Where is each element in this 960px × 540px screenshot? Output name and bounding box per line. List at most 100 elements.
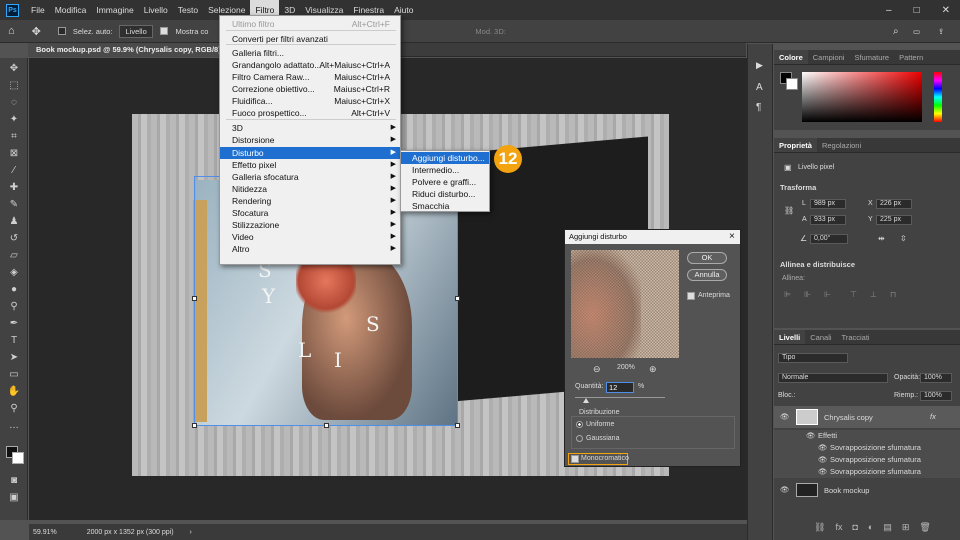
zoom-level[interactable]: 59.91% bbox=[33, 529, 57, 536]
group-icon[interactable]: ▤ bbox=[883, 522, 892, 533]
zoom-out-icon[interactable]: ⊖ bbox=[593, 364, 601, 375]
trash-icon[interactable]: 🗑 bbox=[919, 522, 930, 533]
transform-handle[interactable] bbox=[455, 423, 460, 428]
layer-row-effect[interactable]: 👁 Sovrapposizione sfumatura bbox=[774, 454, 960, 466]
layer-row-chrysalis[interactable]: 👁 Chrysalis copy fx bbox=[774, 406, 960, 428]
screen-mode-icon[interactable]: ▣ bbox=[7, 491, 21, 505]
more-tools-icon[interactable]: … bbox=[7, 419, 21, 433]
layer-row-effect[interactable]: 👁 Sovrapposizione sfumatura bbox=[774, 442, 960, 454]
tab-colore[interactable]: Colore bbox=[774, 50, 808, 64]
hand-icon[interactable]: ✋ bbox=[7, 385, 21, 399]
eyedropper-icon[interactable]: ⁄ bbox=[7, 164, 21, 178]
magic-wand-icon[interactable]: ✦ bbox=[7, 113, 21, 127]
amount-input[interactable]: 12 bbox=[606, 382, 634, 393]
adjustment-icon[interactable]: ◐ bbox=[868, 522, 873, 533]
cancel-button[interactable]: Annulla bbox=[687, 269, 727, 281]
filter-menu-item[interactable]: Video ▶ bbox=[220, 231, 400, 243]
history-icon[interactable]: ▶ bbox=[756, 60, 763, 71]
zoom-icon[interactable]: ⚲ bbox=[7, 402, 21, 416]
home-icon[interactable]: ⌂ bbox=[8, 25, 15, 37]
fill-field[interactable]: 100% bbox=[920, 391, 952, 401]
align-bottom-icon[interactable]: ⊓ bbox=[890, 290, 896, 299]
ok-button[interactable]: OK bbox=[687, 252, 727, 264]
filter-menu-item[interactable]: Disturbo ▶ bbox=[220, 147, 400, 159]
filter-menu-item[interactable]: Effetto pixel ▶ bbox=[220, 159, 400, 171]
tab-livelli[interactable]: Livelli bbox=[774, 330, 806, 344]
transform-handle[interactable] bbox=[192, 423, 197, 428]
character-icon[interactable]: A bbox=[756, 82, 763, 93]
hue-slider[interactable] bbox=[934, 72, 942, 122]
noise-preview[interactable] bbox=[571, 250, 679, 358]
dodge-icon[interactable]: ⚲ bbox=[7, 300, 21, 314]
path-select-icon[interactable]: ➤ bbox=[7, 351, 21, 365]
flip-horizontal-icon[interactable]: ⇹ bbox=[878, 234, 885, 243]
menu-item-despeckle[interactable]: Smacchia bbox=[401, 200, 489, 212]
tab-pattern[interactable]: Pattern bbox=[894, 50, 928, 64]
filter-menu-item[interactable]: Correzione obiettivo... Maiusc+Ctrl+R bbox=[220, 83, 400, 95]
eye-icon[interactable]: 👁 bbox=[818, 467, 828, 476]
filter-menu-item[interactable]: Rendering ▶ bbox=[220, 195, 400, 207]
layer-row-effect[interactable]: 👁 Sovrapposizione sfumatura bbox=[774, 466, 960, 478]
marquee-icon[interactable]: ⬚ bbox=[7, 79, 21, 93]
move-tool-icon[interactable]: ✥ bbox=[32, 25, 41, 38]
x-field[interactable]: 226 px bbox=[876, 199, 912, 209]
frame-icon[interactable]: ⊠ bbox=[7, 147, 21, 161]
auto-select-checkbox[interactable] bbox=[57, 27, 66, 35]
monochromatic-checkbox[interactable] bbox=[571, 455, 579, 463]
filter-menu-item[interactable]: Grandangolo adattato... Alt+Maiusc+Ctrl+A bbox=[220, 59, 400, 71]
dialog-close-icon[interactable]: × bbox=[729, 231, 735, 242]
filter-menu-item[interactable]: Galleria filtri... bbox=[220, 47, 400, 59]
workspace-icon[interactable]: ▭ bbox=[913, 27, 920, 36]
tab-tracciati[interactable]: Tracciati bbox=[837, 330, 875, 344]
close-icon[interactable]: ✕ bbox=[942, 5, 950, 16]
link-layers-icon[interactable]: ⛓ bbox=[814, 522, 825, 533]
tab-canali[interactable]: Canali bbox=[805, 330, 836, 344]
eye-icon[interactable]: 👁 bbox=[818, 455, 828, 464]
eye-icon[interactable]: 👁 bbox=[818, 443, 828, 452]
brush-icon[interactable]: ✎ bbox=[7, 198, 21, 212]
search-icon[interactable]: ⌕ bbox=[893, 26, 899, 37]
color-field[interactable] bbox=[802, 72, 922, 122]
menu-livello[interactable]: Livello bbox=[139, 0, 173, 20]
lasso-icon[interactable]: ◌ bbox=[7, 96, 21, 110]
gaussian-radio[interactable] bbox=[576, 435, 583, 442]
align-center-icon[interactable]: ⊪ bbox=[804, 290, 811, 299]
menu-testo[interactable]: Testo bbox=[173, 0, 203, 20]
move-icon[interactable]: ✥ bbox=[7, 62, 21, 76]
history-brush-icon[interactable]: ↺ bbox=[7, 232, 21, 246]
blur-icon[interactable]: ● bbox=[7, 283, 21, 297]
mask-icon[interactable]: ◘ bbox=[852, 522, 857, 533]
fx-add-icon[interactable]: fx bbox=[835, 522, 842, 533]
filter-menu-item[interactable]: Converti per filtri avanzati bbox=[220, 33, 400, 45]
opacity-field[interactable]: 100% bbox=[920, 373, 952, 383]
show-controls-checkbox[interactable] bbox=[160, 27, 169, 35]
fx-icon[interactable]: fx bbox=[930, 412, 936, 421]
paragraph-icon[interactable]: ¶ bbox=[756, 102, 761, 113]
filter-menu-item[interactable]: Nitidezza ▶ bbox=[220, 183, 400, 195]
layer-row-book[interactable]: 👁 Book mockup bbox=[774, 480, 960, 500]
status-arrow-icon[interactable]: › bbox=[190, 529, 192, 536]
layer-row-effects[interactable]: 👁 Effetti bbox=[774, 430, 960, 442]
menu-item-add-noise[interactable]: Aggiungi disturbo... bbox=[401, 152, 489, 164]
layer-name[interactable]: Chrysalis copy bbox=[824, 413, 873, 422]
tab-campioni[interactable]: Campioni bbox=[808, 50, 850, 64]
preview-checkbox[interactable] bbox=[687, 292, 695, 300]
align-right-icon[interactable]: ⊩ bbox=[824, 290, 831, 299]
pen-icon[interactable]: ✒ bbox=[7, 317, 21, 331]
menu-modifica[interactable]: Modifica bbox=[50, 0, 92, 20]
background-color-swatch[interactable] bbox=[12, 452, 24, 464]
align-middle-icon[interactable]: ⊥ bbox=[870, 290, 877, 299]
crop-icon[interactable]: ⌗ bbox=[7, 130, 21, 144]
minimize-icon[interactable]: – bbox=[886, 5, 892, 16]
y-field[interactable]: 225 px bbox=[876, 215, 912, 225]
eye-icon[interactable]: 👁 bbox=[780, 485, 790, 494]
filter-menu-item[interactable]: Galleria sfocatura ▶ bbox=[220, 171, 400, 183]
filter-menu-item[interactable]: Fuoco prospettico... Alt+Ctrl+V bbox=[220, 107, 400, 119]
tab-proprieta[interactable]: Proprietà bbox=[774, 138, 817, 152]
photoshop-logo-icon[interactable]: Ps bbox=[6, 3, 19, 17]
maximize-icon[interactable]: □ bbox=[914, 5, 920, 16]
menu-item-dust-scratches[interactable]: Polvere e graffi... bbox=[401, 176, 489, 188]
angle-field[interactable]: 0,00° bbox=[810, 234, 848, 244]
layer-name[interactable]: Book mockup bbox=[824, 486, 869, 495]
filter-menu-item[interactable]: Sfocatura ▶ bbox=[220, 207, 400, 219]
